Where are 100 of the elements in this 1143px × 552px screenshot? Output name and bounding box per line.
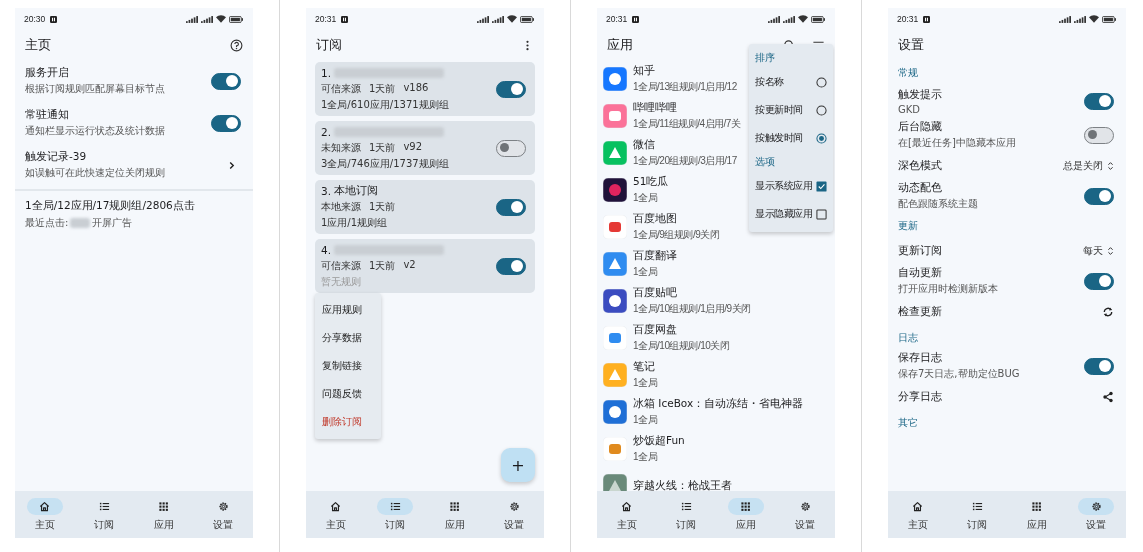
signal-icon: [1059, 15, 1071, 23]
subscription-index: 4.: [321, 244, 332, 256]
app-rule-summary: 1全局/13组规则/1启用/12: [633, 79, 737, 94]
toggle-switch[interactable]: [1084, 126, 1114, 144]
menu-item[interactable]: 显示隐藏应用: [749, 200, 833, 228]
toggle-switch[interactable]: [496, 198, 526, 216]
notification-icon: [341, 15, 349, 23]
subscription-card[interactable]: 1. 可信来源 1天前 v186 1全局/610应用/1371规则组: [315, 62, 535, 116]
nav-tab[interactable]: 应用: [134, 491, 194, 538]
radio-button[interactable]: [816, 76, 827, 88]
nav-tab[interactable]: 设置: [775, 491, 835, 538]
menu-item[interactable]: 分享数据: [315, 324, 381, 352]
subscription-stats: 1全局/610应用/1371规则组: [321, 98, 449, 112]
help-icon[interactable]: [230, 38, 243, 52]
nav-tab[interactable]: 主页: [306, 491, 366, 538]
toggle-switch[interactable]: [1084, 187, 1114, 205]
status-time: 20:31: [315, 14, 337, 24]
subscription-meta: 可信来源: [321, 82, 361, 96]
value-dropdown[interactable]: 每天: [1083, 243, 1114, 258]
app-name: 笔记: [633, 359, 655, 374]
subscription-card[interactable]: 4. 可信来源 1天前 v2 暂无规则: [315, 239, 535, 293]
toggle-switch[interactable]: [496, 257, 526, 275]
page-title: 设置: [898, 36, 924, 54]
subscription-meta: 未知来源: [321, 141, 361, 155]
menu-item[interactable]: 按更新时间: [749, 96, 833, 124]
menu-item[interactable]: 问题反馈: [315, 380, 381, 408]
nav-tab[interactable]: 应用: [716, 491, 776, 538]
notification-icon: [923, 15, 931, 23]
toggle-switch[interactable]: [1084, 272, 1114, 290]
toggle-switch[interactable]: [211, 114, 241, 132]
nav-tab[interactable]: 设置: [484, 491, 544, 538]
subscription-meta: 1天前: [369, 82, 396, 96]
signal-icon: [477, 15, 489, 23]
home-icon: [621, 500, 633, 512]
app-rule-summary: 1全局/10组规则/10关闭: [633, 338, 730, 353]
unfold-icon: [1107, 245, 1114, 256]
app-name: 51吃瓜: [633, 174, 669, 189]
setting-title: 后台隐藏: [898, 120, 943, 134]
nav-tab[interactable]: 主页: [15, 491, 75, 538]
nav-tab[interactable]: 主页: [888, 491, 948, 538]
app-icon: [603, 66, 627, 91]
nav-tab[interactable]: 设置: [1066, 491, 1126, 538]
app-icon: [603, 288, 627, 313]
app-rule-summary: 1全局: [633, 412, 658, 427]
setting-description: 在[最近任务]中隐藏本应用: [898, 136, 1016, 150]
subscription-meta: 本地来源: [321, 200, 361, 214]
nav-tab[interactable]: 订阅: [365, 491, 425, 538]
toggle-switch[interactable]: [211, 72, 241, 90]
list-icon: [98, 500, 110, 512]
setting-title: 检查更新: [898, 304, 942, 319]
nav-tab[interactable]: 订阅: [74, 491, 134, 538]
app-name: 百度网盘: [633, 322, 677, 337]
app-rule-summary: 1全局: [633, 375, 658, 390]
radio-button[interactable]: [816, 132, 827, 144]
setting-title: 触发提示: [898, 87, 942, 102]
checkbox[interactable]: [816, 208, 827, 220]
menu-item[interactable]: 显示系统应用: [749, 172, 833, 200]
setting-description: 保存7天日志,帮助定位BUG: [898, 367, 1020, 381]
menu-item[interactable]: 按触发时间: [749, 124, 833, 152]
battery-icon: [811, 15, 825, 23]
setting-description: 打开应用时检测新版本: [898, 282, 998, 296]
grid-icon: [449, 500, 461, 512]
nav-tab[interactable]: 应用: [1007, 491, 1067, 538]
radio-button[interactable]: [816, 104, 827, 116]
toggle-switch[interactable]: [1084, 92, 1114, 110]
menu-section-header: 排序: [754, 51, 776, 65]
value-dropdown[interactable]: 总是关闭: [1063, 158, 1114, 173]
app-rule-summary: 1全局/11组规则/4启用/7关: [633, 116, 741, 131]
menu-item[interactable]: 删除订阅: [315, 408, 381, 436]
nav-tab[interactable]: 订阅: [947, 491, 1007, 538]
nav-tab[interactable]: 订阅: [656, 491, 716, 538]
menu-item[interactable]: 应用规则: [315, 296, 381, 324]
nav-tab[interactable]: 应用: [425, 491, 485, 538]
setting-title: 深色模式: [898, 158, 942, 173]
menu-item[interactable]: 复制链接: [315, 352, 381, 380]
toggle-switch[interactable]: [496, 139, 526, 157]
signal-icon: [1074, 15, 1086, 23]
signal-icon: [201, 15, 213, 23]
setting-title: 分享日志: [898, 389, 942, 404]
chevron-right-icon[interactable]: [228, 160, 235, 170]
add-button[interactable]: +: [501, 448, 535, 482]
unfold-icon: [1107, 160, 1114, 171]
share-icon[interactable]: [1102, 390, 1114, 403]
nav-tab[interactable]: 设置: [193, 491, 253, 538]
toggle-switch[interactable]: [1084, 357, 1114, 375]
recent-click-label: 最近点击:: [25, 216, 69, 230]
subscription-card[interactable]: 2. 未知来源 1天前 v92 3全局/746应用/1737规则组: [315, 121, 535, 175]
menu-item[interactable]: 按名称: [749, 68, 833, 96]
nav-tab[interactable]: 主页: [597, 491, 657, 538]
checkbox[interactable]: [816, 180, 827, 192]
grid-icon: [158, 500, 170, 512]
recent-click-rule: 开屏广告: [92, 216, 133, 230]
toggle-switch[interactable]: [496, 80, 526, 98]
subscription-name: 本地订阅: [334, 184, 379, 198]
subscription-meta: v186: [403, 82, 429, 95]
refresh-icon[interactable]: [1102, 305, 1114, 318]
subscription-card[interactable]: 3. 本地订阅 本地来源 1天前 1应用/1规则组: [315, 180, 535, 234]
setting-description: 配色跟随系统主题: [898, 197, 978, 211]
setting-description: 根据订阅规则匹配屏幕目标节点: [25, 82, 165, 96]
app-icon: [603, 436, 627, 461]
